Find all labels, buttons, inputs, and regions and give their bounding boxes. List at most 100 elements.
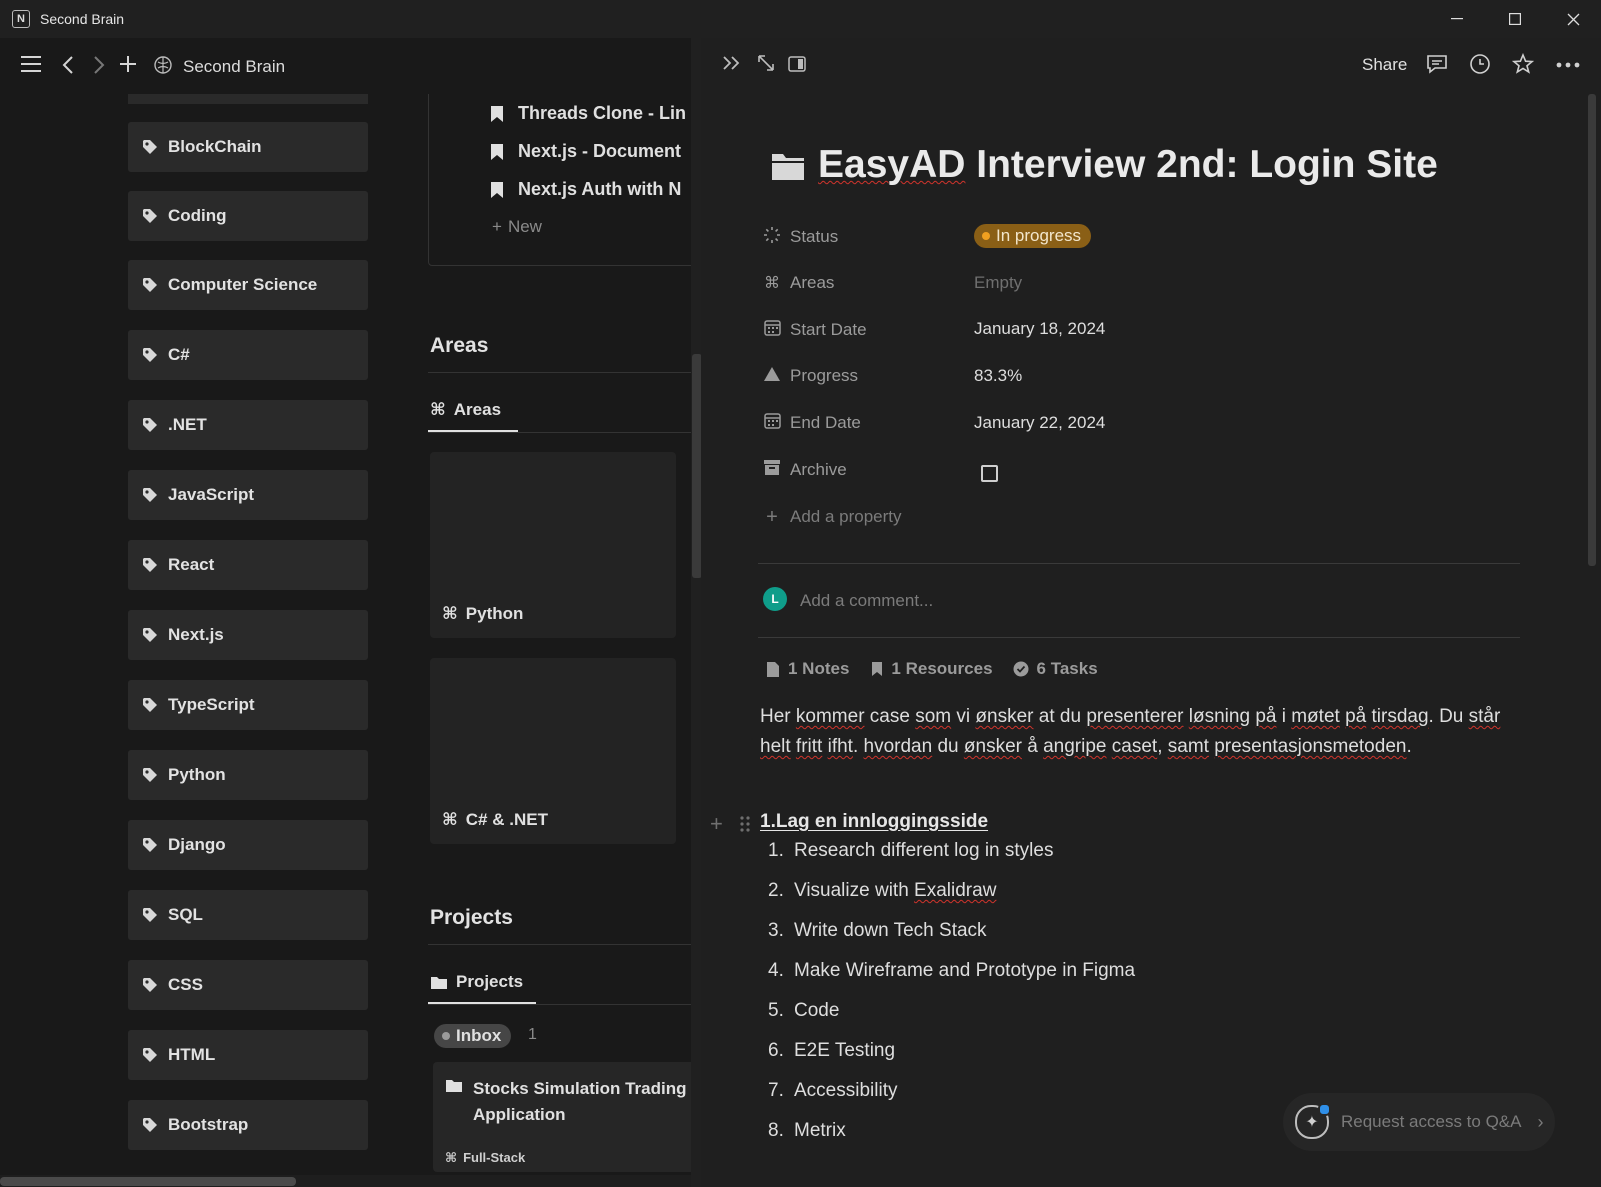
notes-count[interactable]: 1 Notes (788, 659, 849, 679)
minimize-button[interactable] (1428, 0, 1486, 38)
start-date-value[interactable]: January 18, 2024 (974, 319, 1105, 339)
new-resource-button[interactable]: + New (492, 217, 542, 237)
panel-divider[interactable] (691, 38, 701, 1187)
resource-item[interactable]: Next.js Auth with N (490, 179, 681, 200)
resource-item[interactable]: Threads Clone - Lin (490, 103, 686, 124)
area-card-python[interactable]: ⌘ Python (430, 452, 676, 638)
property-label: Archive (790, 460, 847, 479)
divider (428, 372, 691, 373)
sidebar-tag-label: React (168, 555, 215, 574)
share-button[interactable]: Share (1362, 55, 1407, 75)
divider (758, 637, 1520, 638)
resource-item[interactable]: Next.js - Document (490, 141, 681, 162)
list-number: 7. (768, 1080, 784, 1101)
list-item[interactable]: 3. Write down Tech Stack (768, 920, 987, 942)
add-block-button[interactable]: + (710, 811, 723, 837)
list-item-text: Code (794, 1000, 840, 1021)
more-button[interactable] (1556, 55, 1580, 78)
bookmark-icon (872, 662, 883, 676)
maximize-button[interactable] (1486, 0, 1544, 38)
list-item[interactable]: 1. Research different log in styles (768, 840, 1053, 862)
maximize-icon (1509, 13, 1521, 25)
sidebar-tag-item[interactable]: SQL (128, 890, 368, 940)
area-card-csharp[interactable]: ⌘ C# & .NET (430, 658, 676, 844)
list-item-text: Make Wireframe and Prototype in Figma (794, 960, 1136, 981)
list-item[interactable]: 8. Metrix (768, 1120, 846, 1142)
close-window-button[interactable] (1544, 0, 1601, 38)
status-dot (442, 1032, 450, 1040)
list-item[interactable]: 2. Visualize with Exalidraw (768, 880, 996, 902)
sidebar-tag-item[interactable]: BlockChain (128, 122, 368, 172)
page-title[interactable]: EasyAD Interview 2nd: Login Site (818, 143, 1438, 187)
qa-request-button[interactable]: ✦ Request access to Q&A › (1283, 1093, 1555, 1151)
list-item[interactable]: 4. Make Wireframe and Prototype in Figma (768, 960, 1135, 982)
chevron-right-icon (94, 56, 105, 74)
sidebar-tag-item[interactable]: Python (128, 750, 368, 800)
property-end-date[interactable]: End Date (762, 408, 861, 438)
areas-value[interactable]: Empty (974, 273, 1022, 293)
resource-item-label: Next.js Auth with N (518, 179, 682, 199)
triangle-icon (762, 366, 782, 387)
updates-button[interactable] (1469, 53, 1491, 81)
list-item-text: E2E Testing (794, 1040, 896, 1061)
sidebar-tag-item[interactable]: Coding (128, 191, 368, 241)
sidebar-tag-item[interactable]: .NET (128, 400, 368, 450)
status-badge[interactable]: In progress (974, 224, 1092, 248)
progress-value[interactable]: 83.3% (974, 366, 1022, 386)
inbox-group-pill[interactable]: Inbox (434, 1024, 512, 1048)
sidebar-tag-item[interactable]: Computer Science (128, 260, 368, 310)
end-date-value[interactable]: January 22, 2024 (974, 413, 1105, 433)
add-property-button[interactable]: + Add a property (762, 502, 901, 532)
list-item[interactable]: 6. E2E Testing (768, 1040, 895, 1062)
sidebar-tag-item[interactable]: Django (128, 820, 368, 870)
list-item[interactable]: 5. Code (768, 1000, 839, 1022)
section-heading[interactable]: 1.Lag en innloggingsside (760, 811, 988, 833)
property-status[interactable]: Status (762, 222, 838, 252)
property-start-date[interactable]: Start Date (762, 315, 867, 345)
comment-input[interactable]: Add a comment... (800, 591, 933, 611)
property-progress[interactable]: Progress (762, 361, 858, 391)
breadcrumb-title[interactable]: Second Brain (183, 57, 285, 77)
sidebar-tag-item[interactable]: Bootstrap (128, 1100, 368, 1150)
close-peek-button[interactable] (722, 54, 742, 77)
forward-button[interactable] (93, 56, 105, 80)
sidebar-tag-item[interactable]: Next.js (128, 610, 368, 660)
tab-projects[interactable]: Projects (430, 962, 523, 1002)
project-card[interactable]: Stocks Simulation Trading W Application … (433, 1062, 691, 1172)
tasks-count[interactable]: 6 Tasks (1037, 659, 1098, 679)
archive-checkbox[interactable] (981, 465, 998, 482)
tab-areas[interactable]: ⌘ Areas (430, 390, 501, 430)
back-button[interactable] (62, 56, 74, 80)
list-number: 5. (768, 1000, 784, 1021)
page-title-word: EasyAD (818, 143, 966, 186)
sidebar-tag-label: SQL (168, 905, 203, 924)
property-areas[interactable]: ⌘ Areas (762, 268, 834, 298)
project-card-title: Stocks Simulation Trading W Application (473, 1079, 691, 1124)
folder-icon (772, 154, 804, 180)
open-full-page-button[interactable] (757, 54, 775, 78)
sidebar-tag-item[interactable]: C# (128, 330, 368, 380)
resources-count[interactable]: 1 Resources (891, 659, 992, 679)
favorite-button[interactable] (1511, 52, 1535, 81)
page-scrollbar[interactable] (1588, 94, 1596, 566)
property-label: Status (790, 227, 839, 246)
resource-item-label: Threads Clone - Lin (518, 103, 687, 123)
sidebar-tag-item[interactable]: CSS (128, 960, 368, 1010)
sidebar-tag-item[interactable]: JavaScript (128, 470, 368, 520)
property-archive[interactable]: Archive (762, 455, 847, 485)
peek-mode-button[interactable] (788, 55, 806, 78)
bookmark-icon (491, 181, 503, 198)
horizontal-scrollbar-thumb[interactable] (0, 1177, 296, 1186)
drag-handle-icon[interactable] (740, 815, 750, 833)
sidebar-tag-item[interactable]: TypeScript (128, 680, 368, 730)
new-page-button[interactable] (119, 55, 137, 79)
resources-list-card: Threads Clone - Lin Next.js - Document N… (428, 94, 691, 266)
menu-button[interactable] (20, 55, 42, 79)
sidebar-tag-item[interactable]: React (128, 540, 368, 590)
sidebar-tag-item[interactable]: HTML (128, 1030, 368, 1080)
comments-button[interactable] (1426, 53, 1448, 81)
command-icon: ⌘ (764, 275, 780, 292)
areas-section-title: Areas (430, 334, 489, 357)
page-description[interactable]: Her kommer case som vi ønsker at du pres… (760, 702, 1510, 762)
list-item[interactable]: 7. Accessibility (768, 1080, 897, 1102)
